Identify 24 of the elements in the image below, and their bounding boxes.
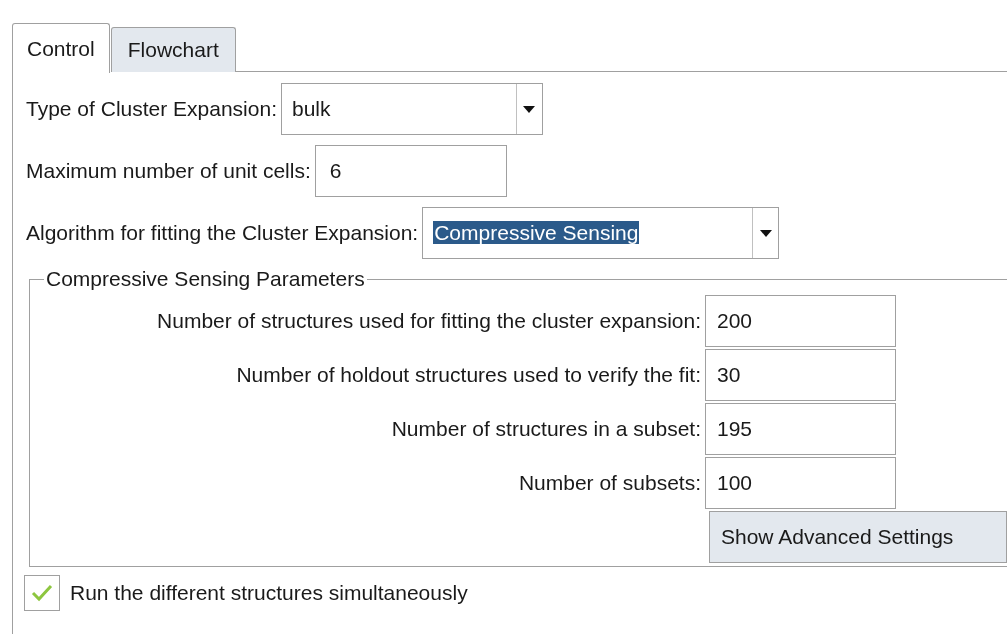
parameter-label: Number of subsets: — [517, 470, 702, 497]
dropdown[interactable]: Compressive Sensing — [422, 207, 780, 259]
checkmark-icon — [31, 584, 53, 602]
checkbox-label: Run the different structures simultaneously — [70, 580, 468, 607]
field-label: Algorithm for fitting the Cluster Expansion: — [26, 220, 419, 247]
input-field[interactable]: 30 — [705, 349, 896, 401]
field-label: Maximum number of unit cells: — [26, 158, 311, 185]
parameter-label: Number of structures in a subset: — [390, 416, 702, 443]
show-advanced-settings-button[interactable]: Show Advanced Settings — [709, 511, 1007, 563]
dropdown-value: bulk — [291, 97, 331, 121]
caret-icon — [759, 229, 772, 237]
caret-icon — [523, 105, 536, 113]
dropdown-value: Compressive Sensing — [433, 221, 640, 245]
input-field[interactable]: 200 — [705, 295, 896, 347]
checkbox[interactable] — [24, 575, 60, 611]
parameter-label: Number of holdout structures used to verify the fit: — [235, 362, 702, 389]
tab[interactable]: Flowchart — [110, 27, 236, 72]
input-field[interactable]: 100 — [705, 457, 896, 509]
field-label: Type of Cluster Expansion: — [26, 96, 277, 123]
parameter-label: Number of structures used for fitting the cluster expansion: — [156, 308, 702, 335]
input-field[interactable]: 6 — [314, 145, 507, 197]
dropdown[interactable]: bulk — [280, 83, 543, 135]
tab[interactable]: Control — [12, 23, 110, 73]
input-field[interactable]: 195 — [705, 403, 896, 455]
